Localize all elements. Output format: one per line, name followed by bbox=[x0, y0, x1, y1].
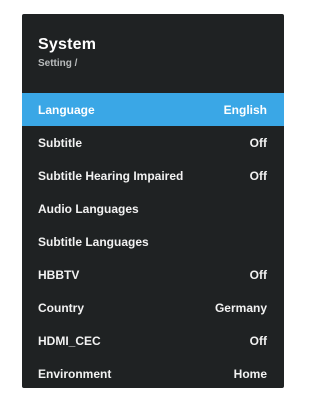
menu-item-label: Country bbox=[38, 300, 84, 315]
system-settings-panel: System Setting / Language English Subtit… bbox=[22, 14, 284, 388]
menu-item-country[interactable]: Country Germany bbox=[22, 291, 284, 324]
menu-item-label: Subtitle Languages bbox=[38, 234, 149, 249]
menu-item-value: Off bbox=[249, 333, 267, 348]
page-title: System bbox=[38, 36, 97, 53]
menu-item-label: Audio Languages bbox=[38, 201, 139, 216]
menu-item-value: Off bbox=[249, 267, 267, 282]
menu-item-value: English bbox=[223, 102, 267, 117]
settings-menu: Language English Subtitle Off Subtitle H… bbox=[22, 93, 284, 388]
menu-item-environment[interactable]: Environment Home bbox=[22, 357, 284, 388]
menu-item-subtitle[interactable]: Subtitle Off bbox=[22, 126, 284, 159]
menu-item-label: HBBTV bbox=[38, 267, 80, 282]
menu-item-label: HDMI_CEC bbox=[38, 333, 101, 348]
menu-item-value: Home bbox=[233, 366, 267, 381]
menu-item-hbbtv[interactable]: HBBTV Off bbox=[22, 258, 284, 291]
menu-item-value: Off bbox=[249, 168, 267, 183]
menu-item-hdmi-cec[interactable]: HDMI_CEC Off bbox=[22, 324, 284, 357]
menu-item-label: Subtitle Hearing Impaired bbox=[38, 168, 184, 183]
menu-item-label: Environment bbox=[38, 366, 112, 381]
breadcrumb: Setting / bbox=[38, 58, 78, 69]
menu-item-label: Subtitle bbox=[38, 135, 82, 150]
menu-item-audio-languages[interactable]: Audio Languages bbox=[22, 192, 284, 225]
menu-item-value: Off bbox=[249, 135, 267, 150]
panel-header: System Setting / bbox=[38, 36, 96, 70]
menu-item-language[interactable]: Language English bbox=[22, 93, 284, 126]
menu-item-label: Language bbox=[38, 102, 95, 117]
menu-item-value: Germany bbox=[214, 300, 267, 315]
menu-item-subtitle-languages[interactable]: Subtitle Languages bbox=[22, 225, 284, 258]
menu-item-subtitle-hearing-impaired[interactable]: Subtitle Hearing Impaired Off bbox=[22, 159, 284, 192]
